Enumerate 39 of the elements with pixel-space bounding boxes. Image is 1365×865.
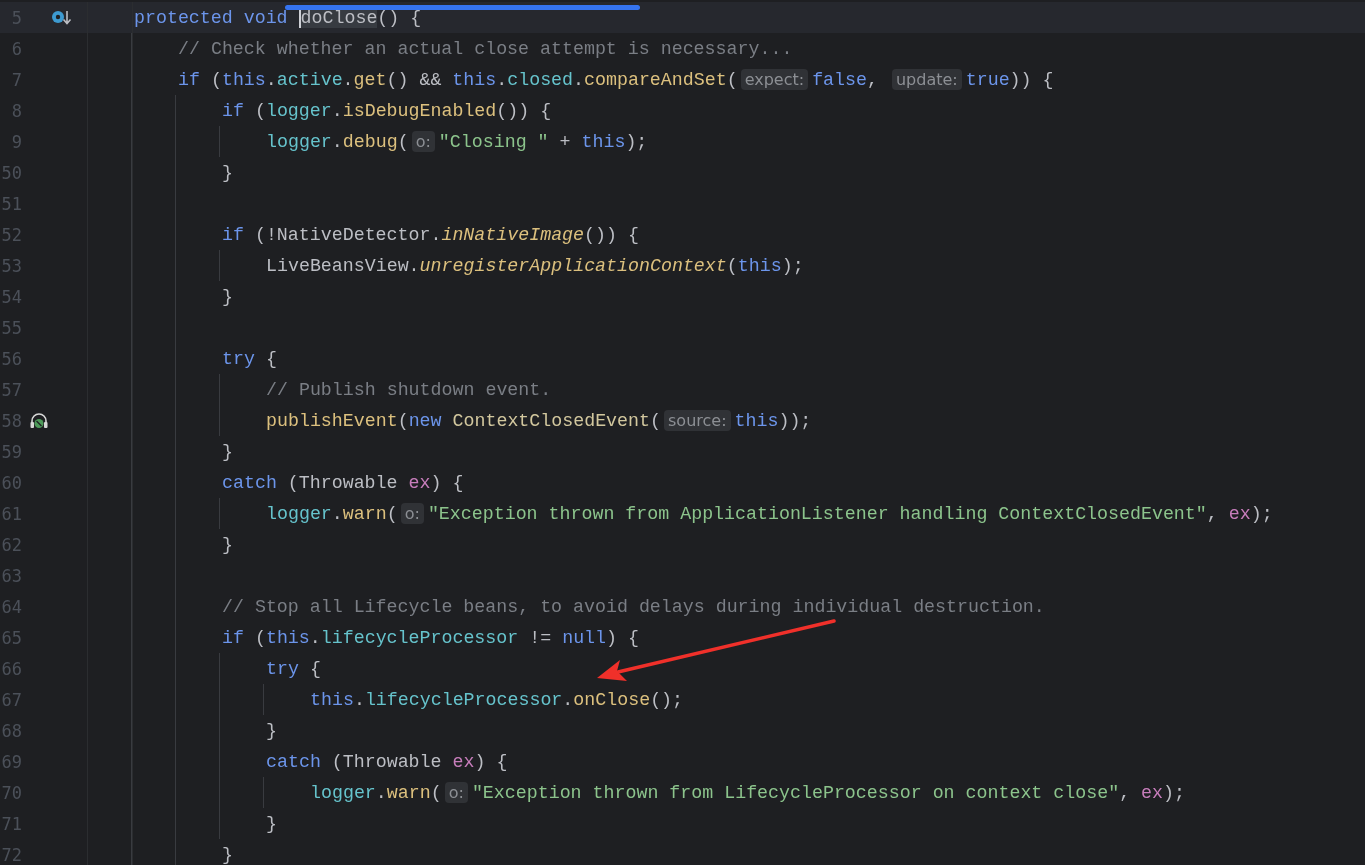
code-text: logger.warn( (310, 782, 442, 803)
parameter-hint: update: (891, 69, 962, 90)
code-text: } (222, 286, 233, 307)
code-text: } (222, 441, 233, 462)
code-text: if (!NativeDetector.inNativeImage()) { (222, 224, 639, 245)
parameter-hint: source: (664, 410, 731, 431)
code-text: if (this.lifecycleProcessor != null) { (222, 627, 639, 648)
code-text: "Closing " + this); (438, 131, 648, 152)
code-text: } (266, 720, 277, 741)
code-text: false, (812, 69, 879, 90)
code-text: this)); (734, 410, 812, 431)
parameter-hint: expect: (740, 69, 809, 90)
parameter-hint: o: (444, 782, 468, 803)
code-comment: // Publish shutdown event. (266, 379, 552, 400)
parameter-hint: o: (400, 503, 424, 524)
code-text: try { (266, 658, 321, 679)
code-comment: // Check whether an actual close attempt is necessary... (178, 38, 793, 59)
code-text: } (266, 813, 277, 834)
code-text: catch (Throwable ex) { (222, 472, 464, 493)
parameter-hint: o: (411, 131, 435, 152)
code-text: protected void (134, 7, 289, 28)
code-text: this.lifecycleProcessor.onClose(); (310, 689, 684, 710)
code-text: LiveBeansView.unregisterApplicationContext(this); (266, 255, 804, 276)
code-text: catch (Throwable ex) { (266, 751, 508, 772)
code-text: logger.warn( (266, 503, 398, 524)
code-text: } (222, 844, 233, 865)
code-text: "Exception thrown from ApplicationListener handling ContextClosedEvent", ex); (427, 503, 1273, 524)
code-text: logger.debug( (266, 131, 409, 152)
code-comment: // Stop all Lifecycle beans, to avoid delays during individual destruction. (222, 596, 1045, 617)
circle-arrow-icon[interactable] (51, 8, 73, 27)
code-text: publishEvent(new ContextClosedEvent( (266, 410, 661, 431)
code-text: if (logger.isDebugEnabled()) { (222, 100, 552, 121)
code-text: try { (222, 348, 277, 369)
code-text: } (222, 534, 233, 555)
code-text: if (this.active.get() && this.closed.compareAndSet( (178, 69, 738, 90)
code-text: } (222, 162, 233, 183)
headset-icon[interactable] (29, 411, 49, 430)
code-text: true)) { (965, 69, 1054, 90)
code-text: "Exception thrown from LifecycleProcessor on context close", ex); (471, 782, 1185, 803)
